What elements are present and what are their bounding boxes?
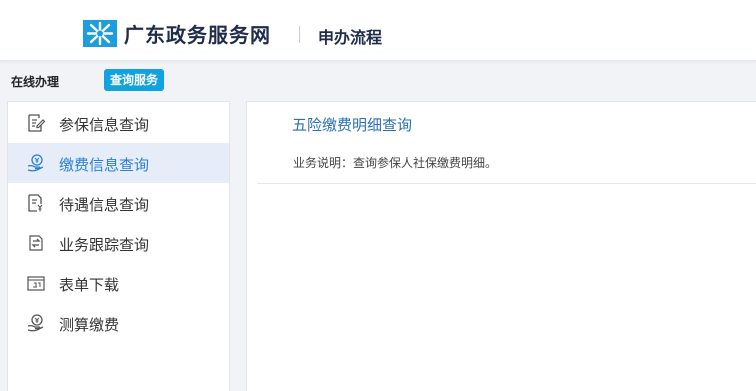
swap-arrows-icon bbox=[29, 235, 43, 251]
sidebar-item-label: 业务跟踪查询 bbox=[59, 236, 150, 254]
money-hand-icon bbox=[27, 314, 44, 332]
sidebar-item-label: 参保信息查询 bbox=[59, 116, 150, 134]
divider bbox=[257, 183, 756, 184]
page-title: 申办流程 bbox=[318, 28, 383, 47]
sidebar: 参保信息查询 缴费信息查询 待遇信息查询 业务跟踪查询 表单下载 测算缴费 bbox=[7, 101, 230, 391]
sidebar-item-form-download[interactable]: 表单下载 bbox=[8, 263, 229, 303]
sidebar-item-label: 测算缴费 bbox=[59, 316, 120, 334]
sidebar-item-label: 待遇信息查询 bbox=[59, 196, 150, 214]
document-yen-icon bbox=[28, 194, 43, 212]
main-content: 五险缴费明细查询 业务说明：查询参保人社保缴费明细。 bbox=[246, 101, 756, 391]
sidebar-item-business-tracking[interactable]: 业务跟踪查询 bbox=[8, 223, 229, 263]
sidebar-item-payment-calc[interactable]: 测算缴费 bbox=[8, 303, 229, 343]
top-header: 广东政务服务网 申办流程 bbox=[0, 0, 756, 61]
tab-query[interactable]: 查询服务 bbox=[104, 69, 165, 91]
sidebar-item-payment-info[interactable]: 缴费信息查询 bbox=[8, 143, 229, 183]
tabs-row: 在线办理 查询服务 bbox=[0, 66, 756, 96]
query-title-link[interactable]: 五险缴费明细查询 bbox=[292, 114, 412, 135]
sidebar-item-label: 表单下载 bbox=[59, 276, 120, 294]
sidebar-item-insurance-info[interactable]: 参保信息查询 bbox=[8, 103, 229, 143]
document-edit-icon bbox=[28, 114, 46, 132]
sidebar-item-label: 缴费信息查询 bbox=[59, 156, 150, 174]
sidebar-item-benefit-info[interactable]: 待遇信息查询 bbox=[8, 183, 229, 223]
money-hand-icon bbox=[27, 154, 44, 172]
tab-online[interactable]: 在线办理 bbox=[11, 73, 59, 90]
form-download-icon bbox=[27, 276, 45, 291]
site-title[interactable]: 广东政务服务网 bbox=[124, 19, 271, 48]
business-description: 业务说明：查询参保人社保缴费明细。 bbox=[293, 156, 498, 170]
logo-icon[interactable] bbox=[83, 20, 117, 47]
title-divider bbox=[299, 26, 300, 43]
